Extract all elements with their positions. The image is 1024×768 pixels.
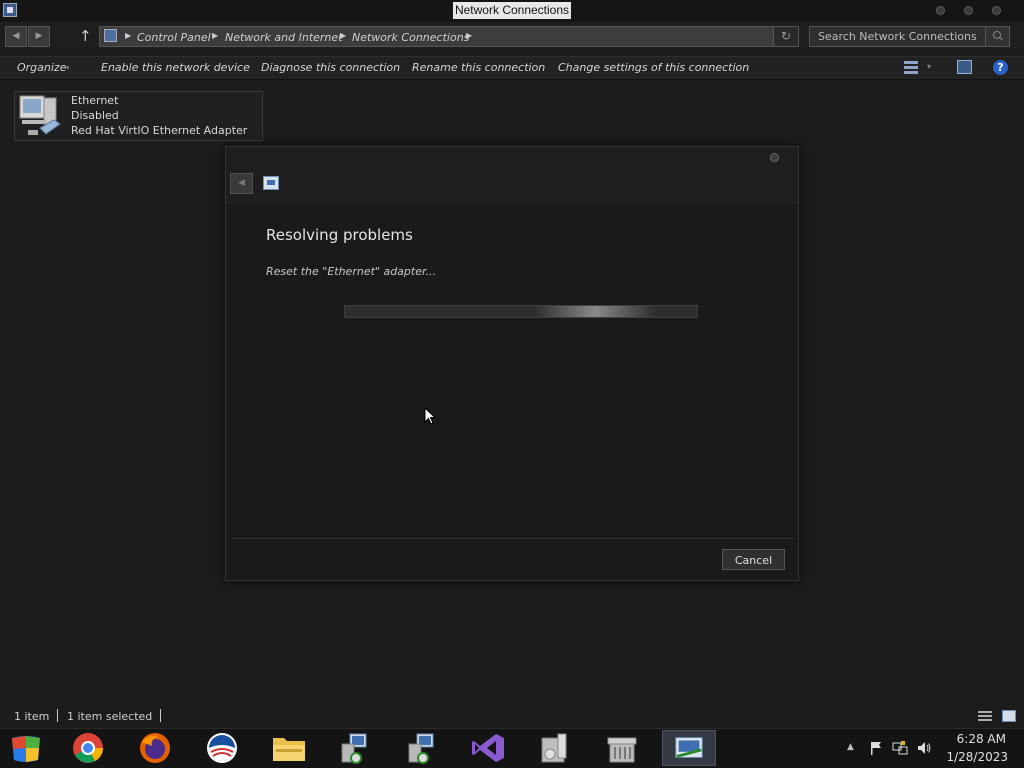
large-icons-view-icon[interactable] <box>1002 710 1016 722</box>
breadcrumb-control-panel[interactable]: Control Panel <box>137 31 211 44</box>
network-tray-icon[interactable] <box>892 740 908 756</box>
windows-start-icon[interactable] <box>0 730 54 766</box>
action-center-flag-icon[interactable] <box>868 740 884 756</box>
show-hidden-icons-icon[interactable]: ▲ <box>847 742 854 752</box>
change-settings-button[interactable]: Change settings of this connection <box>558 61 749 74</box>
chevron-down-icon[interactable]: ▾ <box>66 64 70 72</box>
network-setup-icon-2[interactable] <box>395 730 449 766</box>
dialog-status-text: Reset the "Ethernet" adapter... <box>266 265 436 278</box>
back-button[interactable]: ◀ <box>5 26 27 47</box>
view-options-icon[interactable] <box>904 60 918 74</box>
clock-date[interactable]: 1/28/2023 <box>920 750 1008 764</box>
chrome-icon[interactable] <box>61 730 115 766</box>
breadcrumb-network-and-internet[interactable]: Network and Internet <box>225 31 343 44</box>
network-adapter-icon <box>19 95 61 135</box>
dialog-divider <box>232 538 793 539</box>
network-connections-icon[interactable] <box>662 730 716 766</box>
maximize-button[interactable] <box>964 6 973 15</box>
mouse-cursor-icon <box>424 407 436 425</box>
minimize-button[interactable] <box>936 6 945 15</box>
dialog-back-button[interactable]: ◀ <box>230 173 253 194</box>
close-button[interactable] <box>992 6 1001 15</box>
item-count: 1 item <box>14 710 50 723</box>
dialog-close-button[interactable] <box>770 153 779 162</box>
breadcrumb-separator-icon[interactable]: ▶ <box>125 31 131 40</box>
troubleshooter-icon <box>263 176 279 190</box>
progress-indicator <box>535 306 655 317</box>
item-device: Red Hat VirtIO Ethernet Adapter <box>71 124 248 137</box>
dialog-heading: Resolving problems <box>266 226 413 244</box>
status-bar <box>0 706 1024 728</box>
troubleshooter-dialog <box>225 146 799 581</box>
breadcrumb-separator-icon[interactable]: ▶ <box>466 31 472 40</box>
forward-button[interactable]: ▶ <box>28 26 50 47</box>
breadcrumb-network-connections[interactable]: Network Connections <box>352 31 469 44</box>
search-icon[interactable] <box>985 27 1009 46</box>
breadcrumb-separator-icon[interactable]: ▶ <box>212 31 218 40</box>
search-placeholder[interactable]: Search Network Connections <box>818 30 977 43</box>
network-setup-icon[interactable] <box>328 730 382 766</box>
enable-device-button[interactable]: Enable this network device <box>101 61 250 74</box>
progress-bar <box>344 305 698 318</box>
details-view-icon[interactable] <box>978 710 992 722</box>
control-panel-icon <box>104 29 117 42</box>
diagnose-button[interactable]: Diagnose this connection <box>261 61 400 74</box>
breadcrumb-separator-icon[interactable]: ▶ <box>340 31 346 40</box>
file-explorer-icon[interactable] <box>262 730 316 766</box>
computer-cd-icon[interactable] <box>528 730 582 766</box>
help-icon[interactable]: ? <box>993 60 1008 75</box>
cancel-button[interactable]: Cancel <box>722 549 785 570</box>
clock-time[interactable]: 6:28 AM <box>920 732 1006 746</box>
status-separator <box>57 709 58 722</box>
obama-logo-icon[interactable] <box>195 730 249 766</box>
preview-pane-icon[interactable] <box>957 60 972 74</box>
chevron-down-icon[interactable]: ▾ <box>927 62 931 71</box>
visual-studio-icon[interactable] <box>462 730 516 766</box>
selected-count: 1 item selected <box>67 710 153 723</box>
rename-button[interactable]: Rename this connection <box>412 61 545 74</box>
network-connections-app-icon[interactable] <box>3 3 17 17</box>
window-title: Network Connections <box>452 2 572 19</box>
item-status: Disabled <box>71 109 119 122</box>
organize-menu[interactable]: Organize <box>17 61 66 74</box>
refresh-icon[interactable]: ↻ <box>773 27 798 46</box>
up-arrow-icon[interactable]: ↑ <box>79 28 92 44</box>
dialog-header <box>226 147 798 204</box>
archive-box-icon[interactable] <box>595 730 649 766</box>
status-separator <box>160 709 161 722</box>
firefox-icon[interactable] <box>128 730 182 766</box>
item-name: Ethernet <box>71 94 119 107</box>
